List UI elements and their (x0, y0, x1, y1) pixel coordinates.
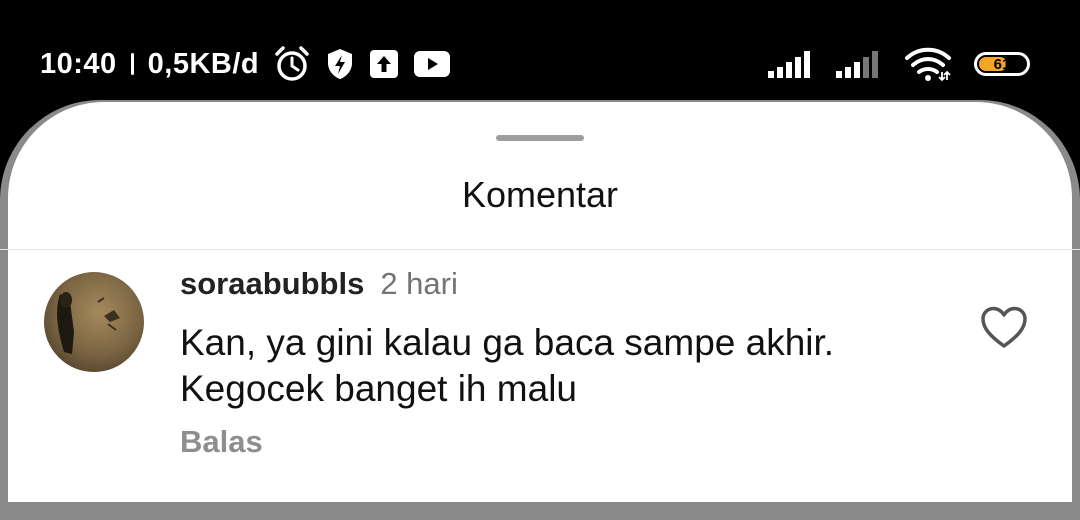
battery-icon: 61 (974, 52, 1030, 76)
drag-handle[interactable] (496, 135, 584, 141)
shield-bolt-icon (325, 47, 355, 81)
clock: 10:40 (40, 47, 117, 80)
youtube-icon (413, 50, 451, 78)
divider (0, 249, 1080, 250)
status-right: 61 (768, 44, 1030, 84)
upload-icon (369, 49, 399, 79)
avatar[interactable] (44, 272, 144, 372)
signal-icon (768, 49, 814, 79)
signal-icon (836, 49, 882, 79)
reply-button[interactable]: Balas (180, 424, 263, 460)
wifi-icon (904, 46, 952, 82)
comment-line: Kan, ya gini kalau ga baca sampe akhir. (180, 322, 835, 363)
battery-level: 61 (993, 55, 1011, 73)
status-bar: 10:40 0,5KB/d 61 (0, 0, 1080, 110)
network-speed: 0,5KB/d (147, 47, 260, 80)
status-separator (130, 53, 134, 75)
comment-text: Kan, ya gini kalau ga baca sampe akhir. … (180, 320, 940, 412)
alarm-icon (273, 45, 311, 83)
timestamp: 2 hari (380, 266, 458, 301)
comments-sheet: Komentar soraabubbls 2 hari Kan, ya gini… (0, 102, 1080, 502)
heart-icon[interactable] (980, 306, 1028, 350)
status-left: 10:40 0,5KB/d (40, 44, 451, 84)
comment-header: soraabubbls 2 hari (180, 266, 458, 302)
sheet-title: Komentar (461, 174, 619, 215)
username[interactable]: soraabubbls (180, 266, 364, 302)
comment-line: Kegocek banget ih malu (180, 368, 577, 409)
